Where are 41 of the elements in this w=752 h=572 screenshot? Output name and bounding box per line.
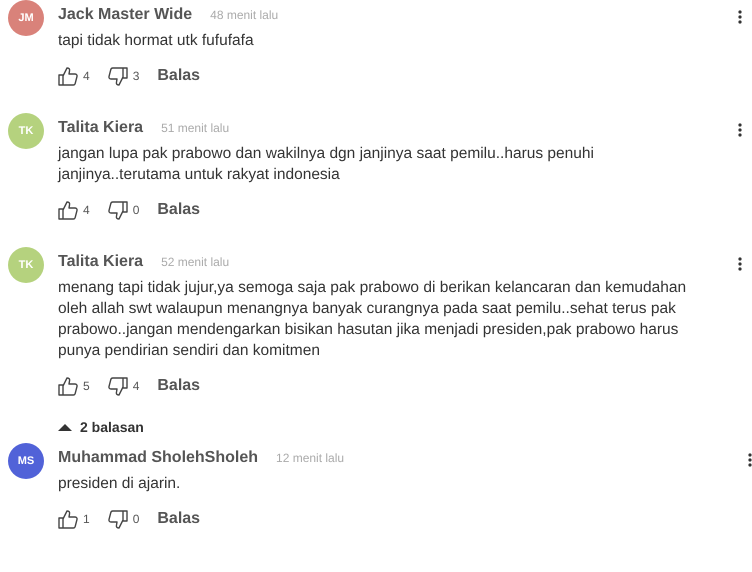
reply-button[interactable]: Balas — [157, 377, 200, 395]
thumbs-down-icon[interactable] — [108, 66, 128, 86]
like-button[interactable]: 4 — [58, 200, 90, 220]
author-name: Talita Kiera — [58, 253, 144, 271]
avatar: TK — [8, 247, 44, 283]
thumbs-down-icon[interactable] — [108, 508, 128, 530]
avatar: JM — [8, 0, 44, 36]
more-options-icon[interactable] — [738, 257, 742, 271]
thumbs-up-icon[interactable] — [58, 376, 78, 396]
more-options-icon[interactable] — [738, 123, 742, 137]
replies-toggle[interactable]: 2 balasan — [58, 419, 144, 435]
dislike-button[interactable]: 0 — [108, 508, 140, 530]
author-name: Muhammad SholehSholeh — [58, 449, 258, 467]
avatar: MS — [8, 443, 44, 479]
like-button[interactable]: 4 — [58, 66, 90, 86]
dislike-button[interactable]: 4 — [108, 376, 140, 396]
reply-button[interactable]: Balas — [157, 67, 200, 85]
avatar: TK — [8, 113, 44, 149]
like-button[interactable]: 1 — [58, 508, 90, 530]
comment-text: tapi tidak hormat utk fufufafa — [58, 31, 255, 51]
thumbs-up-icon[interactable] — [58, 200, 78, 220]
thumbs-up-icon[interactable] — [58, 508, 78, 530]
dislike-button[interactable]: 3 — [108, 66, 140, 86]
author-name: Talita Kiera — [58, 119, 144, 137]
timestamp: 48 menit lalu — [210, 8, 278, 22]
dislike-button[interactable]: 0 — [108, 200, 140, 220]
comment-text: menang tapi tidak jujur,ya semoga saja pak prabowo di berikan kelancaran dan kemudahan oleh allah swt walaupun menangnya banyak curangnya pada saat pemilu..sehat terus pak prabowo..jangan mendengarkan bisikan hasutan jika menjadi presiden,pak prabowo harus punya pendirian sendiri dan komitmen — [58, 278, 688, 361]
comment-text: presiden di ajarin. — [58, 474, 182, 494]
like-button[interactable]: 5 — [58, 376, 90, 396]
thumbs-up-icon[interactable] — [58, 66, 78, 86]
more-options-icon[interactable] — [738, 10, 742, 24]
thumbs-down-icon[interactable] — [108, 376, 128, 396]
timestamp: 51 menit lalu — [161, 121, 230, 135]
timestamp: 52 menit lalu — [161, 255, 230, 269]
thumbs-down-icon[interactable] — [108, 200, 128, 220]
reply-button[interactable]: Balas — [157, 201, 200, 219]
author-name: Jack Master Wide — [58, 6, 192, 24]
reply-button[interactable]: Balas — [157, 510, 200, 528]
more-options-icon[interactable] — [748, 453, 752, 467]
timestamp: 12 menit lalu — [276, 451, 344, 465]
comment-text: jangan lupa pak prabowo dan wakilnya dgn janjinya saat pemilu..harus penuhi janjinya..terutama untuk rakyat indonesia — [58, 144, 595, 185]
